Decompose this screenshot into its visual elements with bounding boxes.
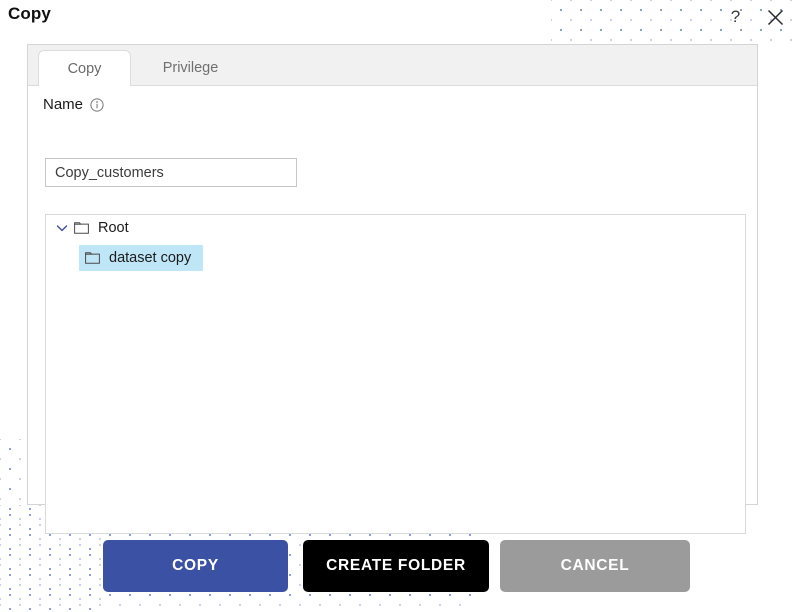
chevron-down-icon[interactable] <box>55 221 69 235</box>
folder-icon <box>74 221 89 235</box>
folder-tree-panel[interactable]: Root dataset copy <box>45 214 746 534</box>
tree-item-dataset-copy[interactable]: dataset copy <box>79 245 203 271</box>
tab-bar: Copy Privilege <box>28 45 757 86</box>
close-button[interactable] <box>760 2 790 32</box>
tree-item-dataset-copy-label: dataset copy <box>109 250 192 266</box>
page-title: Copy <box>8 4 51 23</box>
close-x-icon <box>767 9 784 26</box>
tab-privilege[interactable]: Privilege <box>138 50 243 86</box>
info-circle-icon[interactable] <box>90 97 104 112</box>
name-input[interactable] <box>45 158 297 187</box>
tree-item-root[interactable]: Root <box>46 215 745 241</box>
tab-copy-label: Copy <box>67 60 102 77</box>
tab-privilege-label: Privilege <box>162 60 219 76</box>
tab-copy[interactable]: Copy <box>38 50 131 86</box>
cancel-button-label: CANCEL <box>560 557 630 574</box>
window-header: Copy ? <box>0 0 798 42</box>
create-folder-button-label: CREATE FOLDER <box>326 557 466 574</box>
question-mark-icon: ? <box>727 8 744 26</box>
folder-icon <box>85 251 100 265</box>
copy-button-label: COPY <box>172 557 219 574</box>
cancel-button[interactable]: CANCEL <box>500 540 690 592</box>
name-label: Name <box>43 96 84 113</box>
tree-item-root-label: Root <box>98 220 129 236</box>
svg-text:?: ? <box>730 8 739 26</box>
help-button[interactable]: ? <box>720 2 750 32</box>
dialog-button-bar: COPY CREATE FOLDER CANCEL <box>0 540 798 594</box>
copy-button[interactable]: COPY <box>103 540 288 592</box>
create-folder-button[interactable]: CREATE FOLDER <box>303 540 489 592</box>
name-field-row: Name <box>43 96 104 113</box>
copy-dialog-panel: Copy Privilege Name Copy_customers Root … <box>27 44 758 534</box>
